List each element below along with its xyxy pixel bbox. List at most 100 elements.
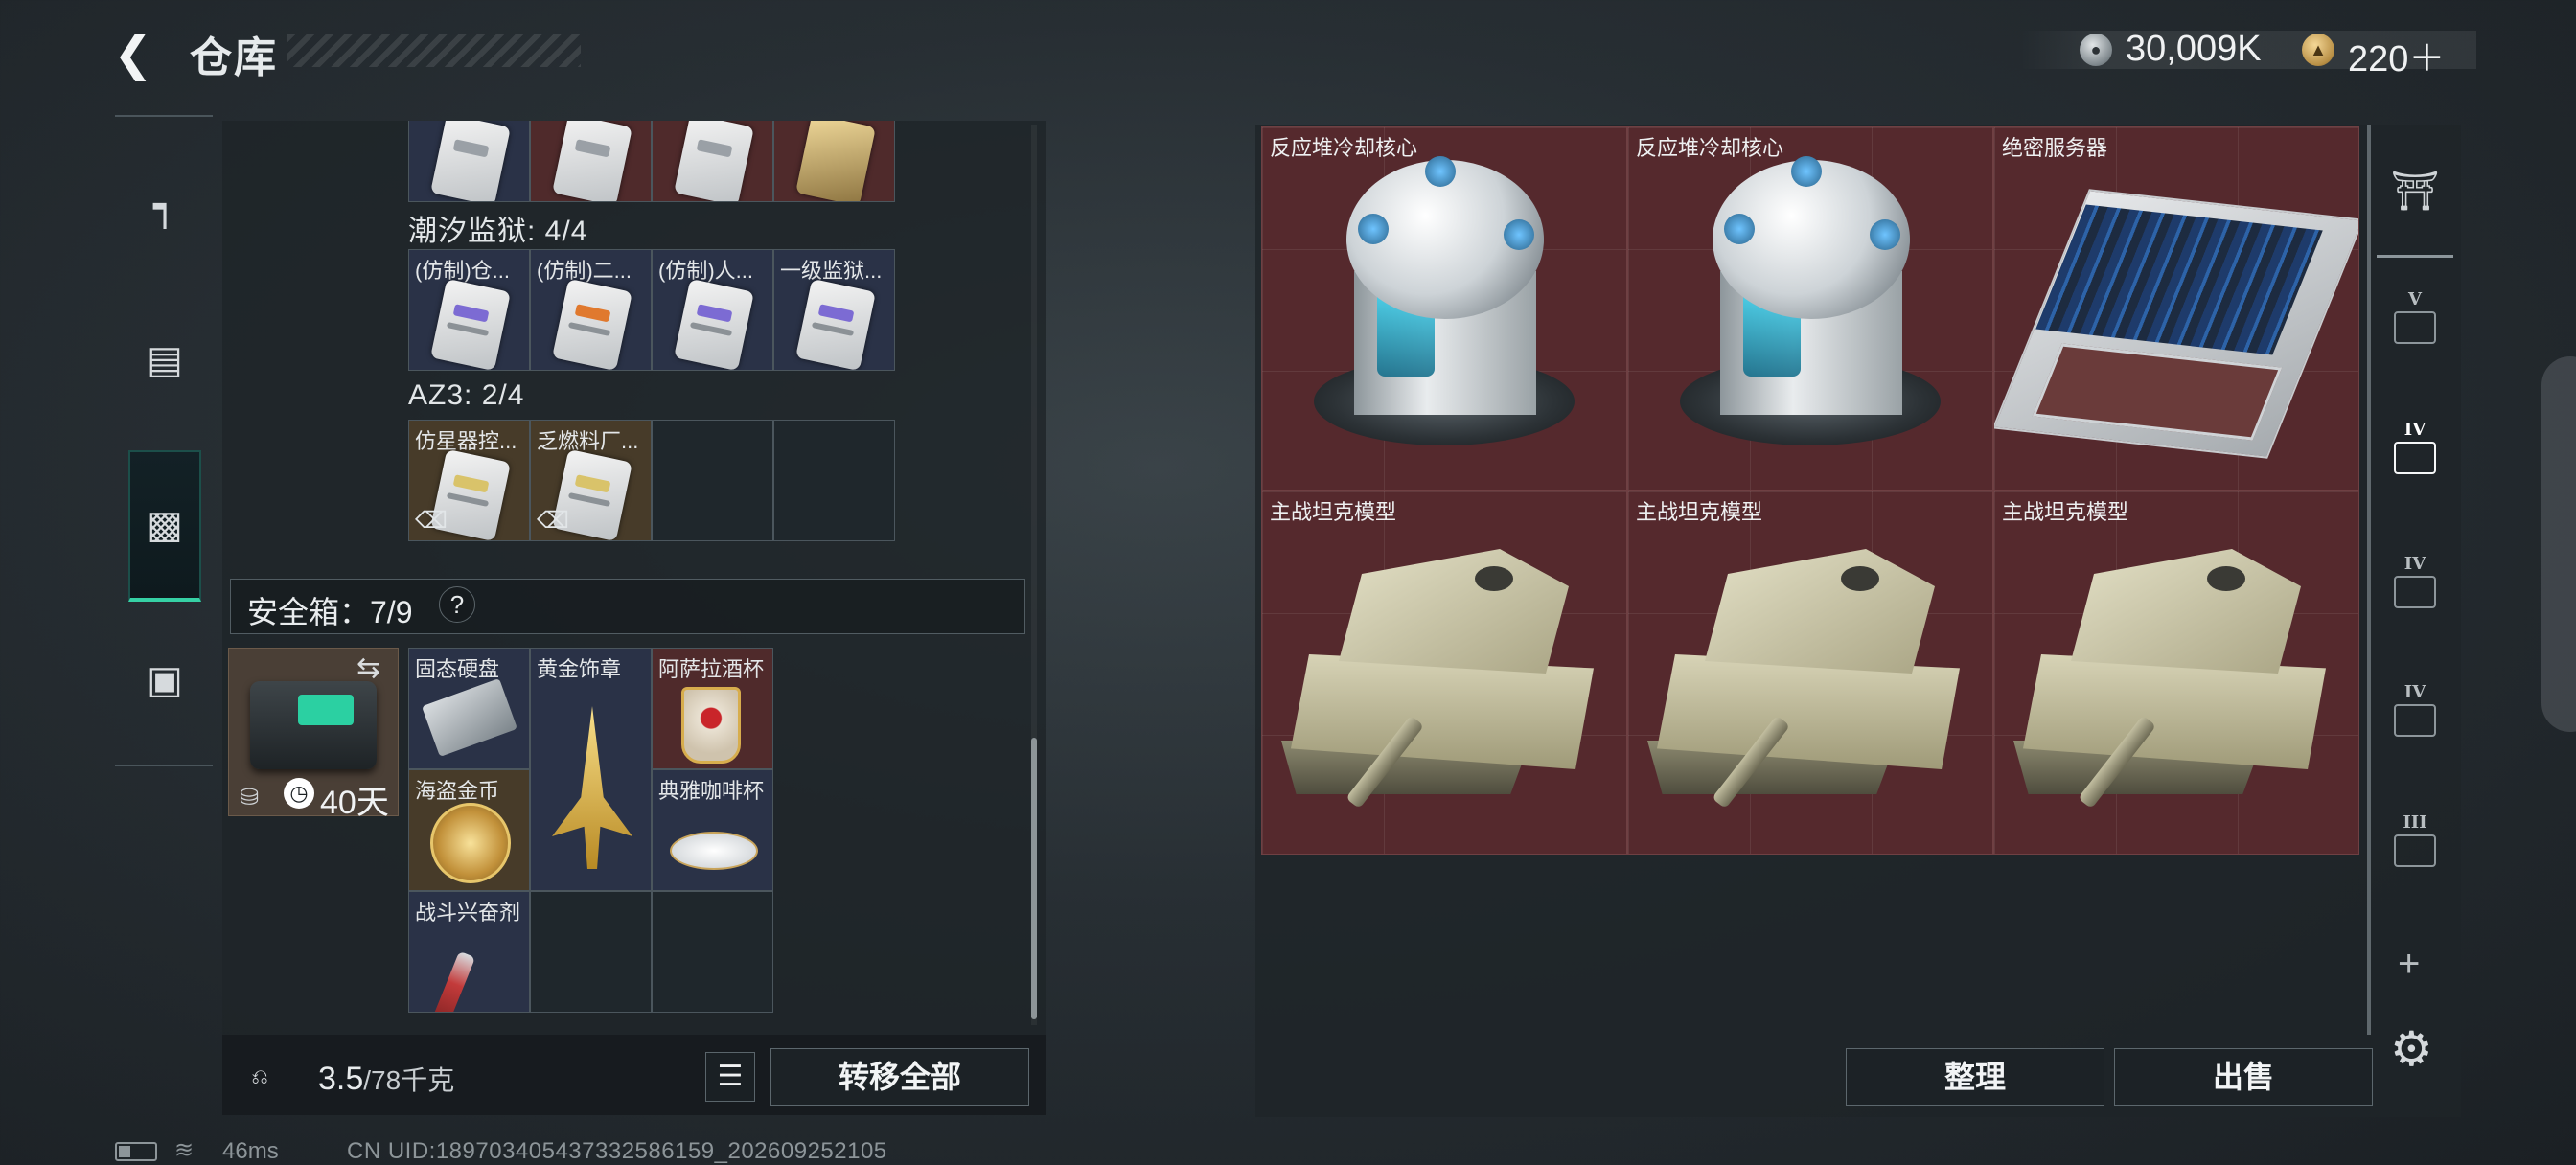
stash-item[interactable]: 主战坦克模型 [1627, 491, 1993, 855]
item-label: 绝密服务器 [2002, 136, 2108, 160]
item-cell[interactable]: (仿制)人... [652, 249, 773, 371]
silver-currency-value[interactable]: 30,009K [2126, 29, 2262, 70]
wifi-icon: ≋ [174, 1137, 195, 1163]
item-cell[interactable]: 战斗兴奋剂 [408, 891, 530, 1013]
weight-readout: 3.5/78千克 [318, 1060, 454, 1098]
stash-page-2[interactable]: IV [2379, 399, 2451, 494]
swap-icon[interactable]: ⇆ [356, 651, 380, 685]
weight-current: 3.5 [318, 1061, 364, 1097]
stash-item[interactable]: 主战坦克模型 [1261, 491, 1627, 855]
item-label: 反应堆冷却核心 [1636, 136, 1784, 160]
item-label: 仿星器控... [415, 429, 518, 453]
list-view-button[interactable]: ☰ [705, 1052, 755, 1102]
keycard-icon [552, 278, 632, 370]
empty-slot[interactable] [530, 891, 652, 1013]
ping-value: 46ms [222, 1138, 279, 1164]
scrollbar-thumb[interactable] [1031, 738, 1037, 1019]
item-label: 黄金饰章 [537, 657, 622, 681]
stash-page-5[interactable]: III [2379, 791, 2451, 887]
item-cell[interactable]: 仿星器控... ⌫ [408, 420, 530, 541]
container-title: AZ3: 2/4 [408, 379, 525, 411]
transfer-all-button[interactable]: 转移全部 [770, 1048, 1029, 1106]
sidebar-item-armor[interactable]: ▤ [128, 303, 201, 418]
safe-case-icon [250, 681, 377, 769]
container-row-partial [408, 121, 897, 203]
tier-label: V [2408, 288, 2422, 309]
sidebar-item-backpack[interactable]: ▩ [128, 450, 201, 602]
gold-coin-icon: ▲ [2302, 34, 2334, 66]
tier-label: IV [2404, 681, 2426, 702]
stash-item[interactable]: 绝密服务器 [1993, 126, 2359, 491]
sidebar-item-weapon[interactable]: ┑ [128, 149, 201, 264]
sidebar-item-case[interactable]: ▣ [128, 623, 201, 738]
item-cell[interactable]: 乏燃料厂... ⌫ [530, 420, 652, 541]
item-cell[interactable]: 典雅咖啡杯 [652, 769, 773, 891]
gold-currency-value[interactable]: 220＋ [2348, 29, 2445, 81]
sell-button[interactable]: 出售 [2114, 1048, 2373, 1106]
tier-label: III [2403, 811, 2427, 833]
item-cell[interactable] [773, 121, 895, 202]
stash-page-icon [2394, 575, 2436, 608]
stash-page-icon [2394, 441, 2436, 474]
syringe-icon [428, 950, 476, 1012]
safe-box-days: 40天 [320, 785, 389, 821]
armor-vest-icon: ▤ [147, 339, 183, 381]
keycard-icon [795, 278, 876, 370]
gold-emblem-icon [552, 706, 632, 869]
stash-overview-icon[interactable]: ⛩ [2377, 144, 2453, 240]
stash-item[interactable]: 反应堆冷却核心 [1627, 126, 1993, 491]
help-icon[interactable]: ? [439, 586, 475, 623]
safe-box-label: 安全箱：7/9 [247, 595, 413, 629]
item-label: 主战坦克模型 [1270, 500, 1397, 524]
empty-slot[interactable] [652, 420, 773, 541]
sort-button[interactable]: 整理 [1846, 1048, 2104, 1106]
empty-slot[interactable] [652, 891, 773, 1013]
pistol-icon: ┑ [152, 186, 177, 228]
gold-coin-item-icon [430, 803, 511, 883]
item-cell[interactable]: (仿制)仓... [408, 249, 530, 371]
item-cell[interactable]: 阿萨拉酒杯 [652, 648, 773, 769]
item-cell[interactable]: (仿制)二... [530, 249, 652, 371]
battery-icon [115, 1142, 157, 1161]
item-label: 主战坦克模型 [2002, 500, 2129, 524]
item-label: (仿制)人... [658, 259, 753, 283]
item-label: 一级监狱... [780, 259, 883, 283]
back-arrow-icon[interactable]: ❮ [113, 27, 161, 80]
weight-icon: ⎌ [251, 1064, 268, 1088]
stash-page-icon [2394, 834, 2436, 867]
item-cell[interactable] [652, 121, 773, 202]
item-cell[interactable]: 黄金饰章 [530, 648, 652, 891]
gear-icon[interactable]: ⚙ [2390, 1021, 2433, 1077]
item-cell[interactable]: 一级监狱... [773, 249, 895, 371]
list-icon: ☰ [717, 1061, 744, 1092]
divider [2377, 255, 2453, 258]
item-label: 主战坦克模型 [1636, 500, 1763, 524]
user-uid: CN UID:18970340543733258615‌9_2026092521… [347, 1138, 887, 1164]
edge-handle[interactable] [2542, 356, 2576, 732]
item-cell[interactable]: 海盗金币 [408, 769, 530, 891]
tier-label: IV [2404, 419, 2426, 440]
stash-scrollbar[interactable] [2367, 125, 2371, 1035]
item-label: 海盗金币 [415, 779, 500, 803]
item-label: 反应堆冷却核心 [1270, 136, 1418, 160]
tier-label: IV [2404, 553, 2426, 574]
stash-page-1[interactable]: V [2379, 268, 2451, 364]
item-cell[interactable]: 固态硬盘 [408, 648, 530, 769]
title-decoration [288, 34, 581, 67]
empty-slot[interactable] [773, 420, 895, 541]
no-trade-icon: ⌫ [537, 508, 569, 534]
container-title: 潮汐监狱: 4/4 [408, 216, 588, 247]
backpack-icon: ▩ [147, 504, 183, 546]
item-cell[interactable] [408, 121, 530, 202]
item-label: 乏燃料厂... [537, 429, 639, 453]
stash-page-4[interactable]: IV [2379, 661, 2451, 757]
item-label: 典雅咖啡杯 [658, 779, 765, 803]
stash-item[interactable]: 主战坦克模型 [1993, 491, 2359, 855]
stash-item[interactable]: 反应堆冷却核心 [1261, 126, 1627, 491]
stash-page-3[interactable]: IV [2379, 533, 2451, 628]
clock-icon: ◷ [284, 778, 314, 809]
item-cell[interactable] [530, 121, 652, 202]
add-page-button[interactable]: + [2398, 943, 2420, 986]
stash-grid: 反应堆冷却核心 反应堆冷却核心 绝密服务器 主战坦克模型 主战坦克模型 主战坦克… [1261, 126, 2359, 855]
no-trade-icon: ⌫ [415, 508, 448, 534]
